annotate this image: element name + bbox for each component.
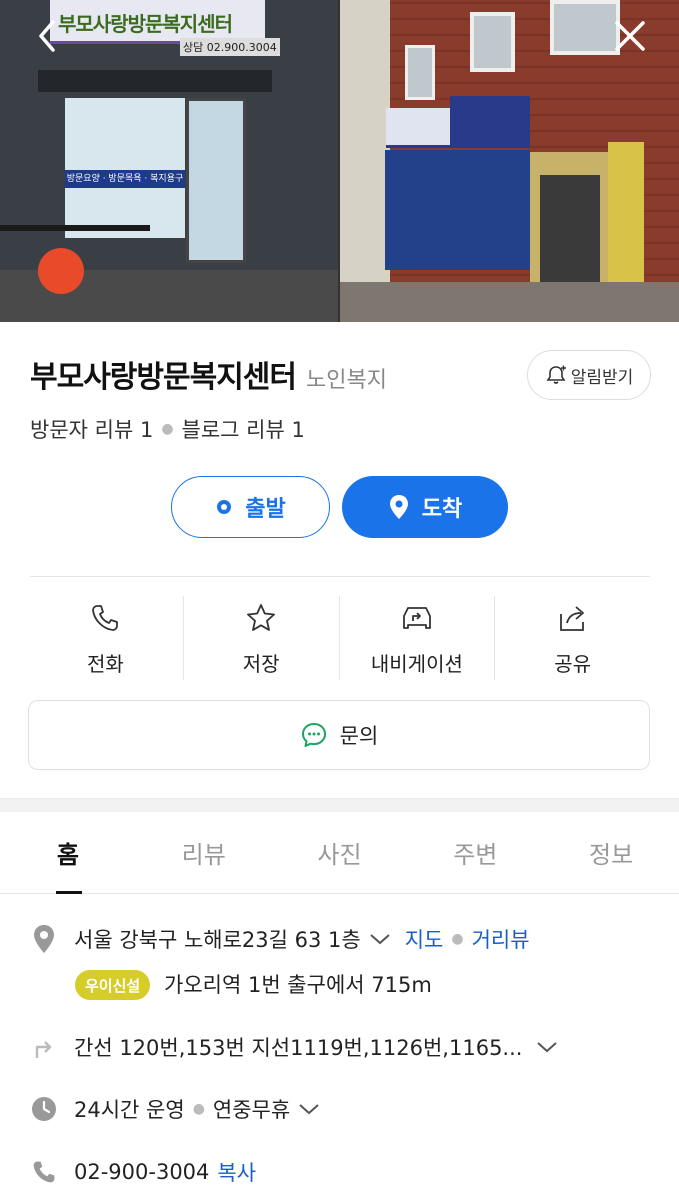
store-sign-phone: 상담 02.900.3004 [180,38,280,56]
tab-reviews[interactable]: 리뷰 [136,812,272,893]
review-counts: 방문자 리뷰 1 ● 블로그 리뷰 1 [30,414,305,444]
start-point-icon [217,500,232,514]
close-button[interactable] [608,14,652,58]
tab-info[interactable]: 정보 [543,812,679,893]
hours-row: 24시간 운영 ● 연중무휴 [30,1094,320,1124]
phone-icon [30,1159,58,1185]
separator-dot: ● [451,931,464,947]
railing [0,225,150,231]
navigation-label: 내비게이션 [370,652,463,676]
hours-text: 24시간 운영 [74,1098,185,1122]
parking-cone [38,248,84,294]
phone-text[interactable]: 02-900-3004 [74,1160,209,1184]
neighbor-building [340,0,390,322]
hair-salon-sign [450,96,530,148]
tab-photos[interactable]: 사진 [272,812,408,893]
chat-bubble-icon [301,723,326,747]
section-gap [0,798,679,812]
clock-icon [30,1095,58,1123]
navigation-button[interactable]: 내비게이션 [340,596,496,680]
share-button[interactable]: 공유 [495,596,650,680]
share-icon [557,600,589,636]
copy-link[interactable]: 복사 [217,1157,256,1187]
window-glass [65,98,185,238]
chevron-down-icon[interactable] [536,1040,558,1054]
photo-gallery[interactable]: 부모사랑방문복지센터 상담 02.900.3004 방문요양 · 방문목욕 · … [0,0,679,322]
turn-arrow-icon [30,1034,58,1060]
phone-row: 02-900-3004 복사 [30,1157,256,1187]
star-icon [245,600,277,636]
close-icon [615,21,645,51]
bell-icon [546,365,566,384]
alarm-button[interactable]: 알림받기 [527,350,651,400]
awning [38,70,272,92]
street-view-link[interactable]: 거리뷰 [472,924,530,954]
alarm-label: 알림받기 [570,367,634,388]
subway-distance: 가오리역 1번 출구에서 715m [164,973,432,997]
chevron-left-icon [39,20,55,52]
navigation-icon [399,600,435,636]
window [405,45,435,100]
ground [340,282,679,322]
window-poster: 방문요양 · 방문목욕 · 복지용구 [65,170,185,188]
action-bar: 전화 저장 내비게이션 공유 [28,596,650,680]
tab-bar: 홈 리뷰 사진 주변 정보 [0,812,679,894]
tab-home[interactable]: 홈 [0,812,136,894]
save-label: 저장 [242,652,280,676]
location-pin-icon [30,924,58,954]
separator-dot: ● [192,1101,205,1117]
divider [30,576,650,577]
phone-icon [90,600,120,636]
call-button[interactable]: 전화 [28,596,184,680]
bus-row: 간선 120번,153번 지선1119번,1126번,1165... [30,1032,558,1062]
inquiry-button[interactable]: 문의 [28,700,650,770]
bus-text: 간선 120번,153번 지선1119번,1126번,1165... [74,1036,523,1060]
address-text: 서울 강북구 노해로23길 63 1층 [74,928,361,952]
title-row: 부모사랑방문복지센터 노인복지 [30,352,387,396]
share-label: 공유 [554,652,592,676]
window [470,12,515,72]
tab-nearby[interactable]: 주변 [407,812,543,893]
route-start-button[interactable]: 출발 [171,476,330,538]
place-title: 부모사랑방문복지센터 [30,360,297,395]
holiday-text: 연중무휴 [212,1098,291,1122]
store-sign-text: 부모사랑방문복지센터 [58,12,233,36]
call-label: 전화 [86,652,124,676]
save-button[interactable]: 저장 [184,596,340,680]
map-link[interactable]: 지도 [405,924,444,954]
location-pin-icon [389,495,408,519]
entrance-inner [540,175,600,285]
place-category: 노인복지 [306,368,387,393]
back-button[interactable] [26,14,70,58]
inquiry-label: 문의 [339,724,379,748]
visitor-review-link[interactable]: 방문자 리뷰 1 [30,414,153,444]
subway-line-badge: 우이신설 [75,970,151,1000]
separator-dot: ● [161,421,174,437]
route-end-label: 도착 [421,497,463,522]
chevron-down-icon[interactable] [369,932,391,946]
store-door [186,98,246,263]
blog-review-link[interactable]: 블로그 리뷰 1 [182,414,305,444]
route-end-button[interactable]: 도착 [342,476,508,538]
chevron-down-icon[interactable] [298,1102,320,1116]
address-row: 서울 강북구 노해로23길 63 1층 지도 ● 거리뷰 [30,924,530,954]
storefront-blue [385,150,530,270]
route-start-label: 출발 [245,497,286,522]
